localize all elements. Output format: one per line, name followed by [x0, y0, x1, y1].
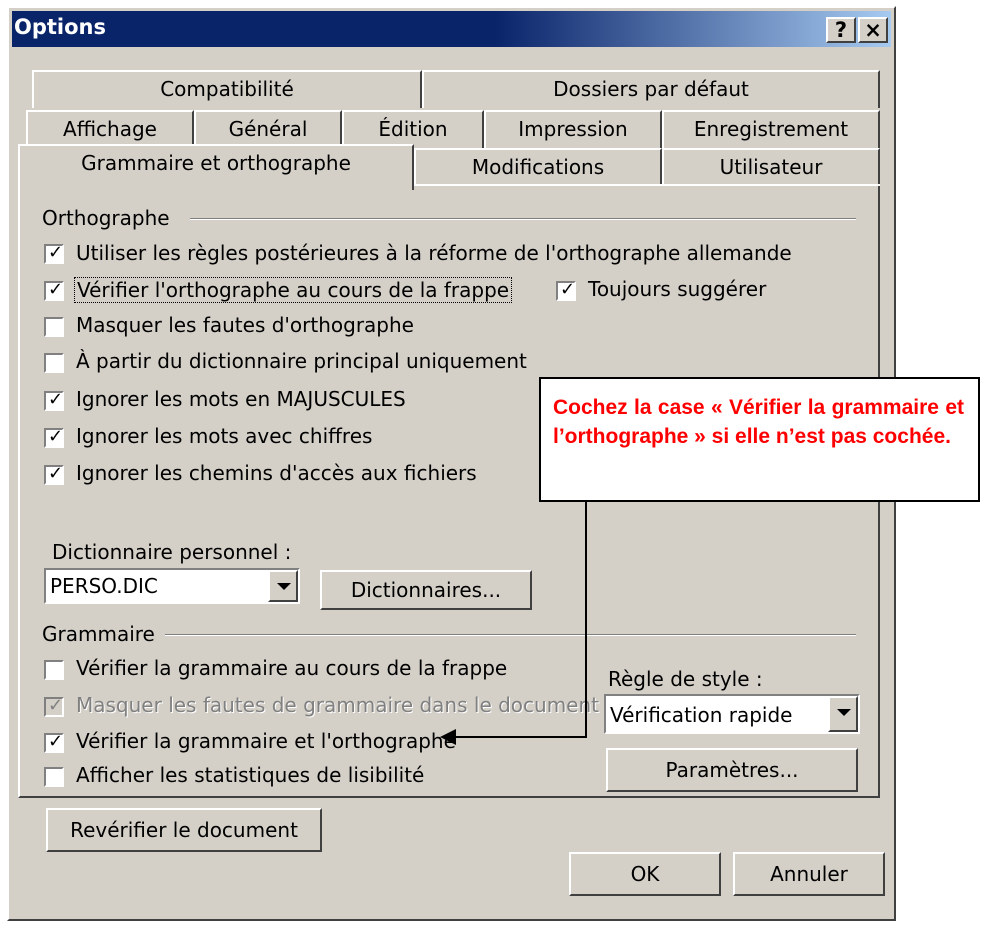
label-toujours-suggerer: Toujours suggérer: [588, 277, 767, 301]
orthographe-group-label: Orthographe: [42, 206, 180, 230]
label-verifier-orthographe-frappe: Vérifier l'orthographe au cours de la fr…: [74, 277, 513, 303]
tab-edition[interactable]: Édition: [342, 110, 484, 148]
chevron-down-icon[interactable]: [828, 696, 858, 732]
checkbox-dictionnaire-principal[interactable]: [44, 353, 64, 373]
label-statistiques-lisibilite: Afficher les statistiques de lisibilité: [76, 763, 425, 787]
window-title: Options: [14, 15, 106, 39]
regle-de-style-value: Vérification rapide: [610, 703, 793, 727]
label-ignorer-majuscules: Ignorer les mots en MAJUSCULES: [76, 387, 406, 411]
tab-enregistrement[interactable]: Enregistrement: [662, 110, 880, 148]
tab-compatibilite[interactable]: Compatibilité: [32, 70, 422, 108]
checkbox-toujours-suggerer[interactable]: ✓: [556, 280, 576, 301]
checkbox-masquer-fautes-orthographe[interactable]: [44, 317, 64, 337]
callout-connector-horizontal: [452, 736, 587, 738]
parametres-button[interactable]: Paramètres...: [606, 748, 858, 792]
reverifier-document-button[interactable]: Revérifier le document: [46, 808, 322, 852]
label-masquer-fautes-grammaire: Masquer les fautes de grammaire dans le …: [76, 693, 600, 717]
tab-impression[interactable]: Impression: [484, 110, 662, 148]
label-dictionnaire-principal: À partir du dictionnaire principal uniqu…: [76, 349, 527, 373]
label-masquer-fautes-orthographe: Masquer les fautes d'orthographe: [76, 313, 414, 337]
label-verifier-grammaire-orthographe: Vérifier la grammaire et l'orthographe: [76, 729, 456, 753]
checkbox-ignorer-chiffres[interactable]: ✓: [44, 427, 64, 448]
dictionnaire-personnel-value: PERSO.DIC: [50, 574, 158, 598]
dictionnaires-button[interactable]: Dictionnaires...: [320, 570, 532, 610]
grammaire-divider: [160, 634, 856, 636]
close-icon[interactable]: ×: [858, 17, 888, 43]
chevron-down-icon[interactable]: [268, 570, 298, 602]
checkbox-verifier-orthographe-frappe[interactable]: ✓: [44, 280, 64, 301]
dictionnaire-personnel-select[interactable]: PERSO.DIC: [44, 568, 300, 604]
tab-modifications[interactable]: Modifications: [414, 148, 662, 186]
checkbox-ignorer-chemins[interactable]: ✓: [44, 464, 64, 485]
panel-top-edge: [414, 184, 880, 186]
checkbox-ignorer-majuscules[interactable]: ✓: [44, 390, 64, 411]
regle-de-style-select[interactable]: Vérification rapide: [604, 694, 860, 734]
checkbox-reforme-allemande[interactable]: ✓: [44, 243, 64, 264]
tab-general[interactable]: Général: [194, 110, 342, 148]
dictionnaire-personnel-label: Dictionnaire personnel :: [52, 540, 292, 564]
label-ignorer-chemins: Ignorer les chemins d'accès aux fichiers: [76, 461, 477, 485]
checkbox-verifier-grammaire-orthographe[interactable]: ✓: [44, 732, 64, 753]
tab-affichage[interactable]: Affichage: [26, 110, 194, 148]
callout-connector-vertical: [585, 502, 587, 738]
ok-button[interactable]: OK: [569, 852, 721, 896]
tab-dossiers-par-defaut[interactable]: Dossiers par défaut: [422, 70, 880, 108]
help-button[interactable]: ?: [826, 17, 856, 43]
cancel-button[interactable]: Annuler: [733, 852, 885, 896]
tab-grammaire-et-orthographe[interactable]: Grammaire et orthographe: [18, 144, 414, 190]
arrow-left-icon: [440, 729, 456, 745]
tab-utilisateur[interactable]: Utilisateur: [662, 148, 880, 186]
label-verifier-grammaire-frappe: Vérifier la grammaire au cours de la fra…: [76, 656, 508, 680]
label-ignorer-chiffres: Ignorer les mots avec chiffres: [76, 424, 373, 448]
checkbox-verifier-grammaire-frappe[interactable]: [44, 660, 64, 680]
checkbox-masquer-fautes-grammaire[interactable]: ✓: [44, 696, 64, 717]
grammaire-group-label: Grammaire: [42, 622, 165, 646]
callout-annotation: Cochez la case « Vérifier la grammaire e…: [539, 377, 980, 502]
regle-de-style-label: Règle de style :: [608, 667, 763, 691]
orthographe-divider: [190, 218, 856, 220]
label-reforme-allemande: Utiliser les règles postérieures à la ré…: [76, 241, 792, 265]
checkbox-statistiques-lisibilite[interactable]: [44, 767, 64, 787]
title-bar[interactable]: Options ? ×: [12, 11, 891, 47]
